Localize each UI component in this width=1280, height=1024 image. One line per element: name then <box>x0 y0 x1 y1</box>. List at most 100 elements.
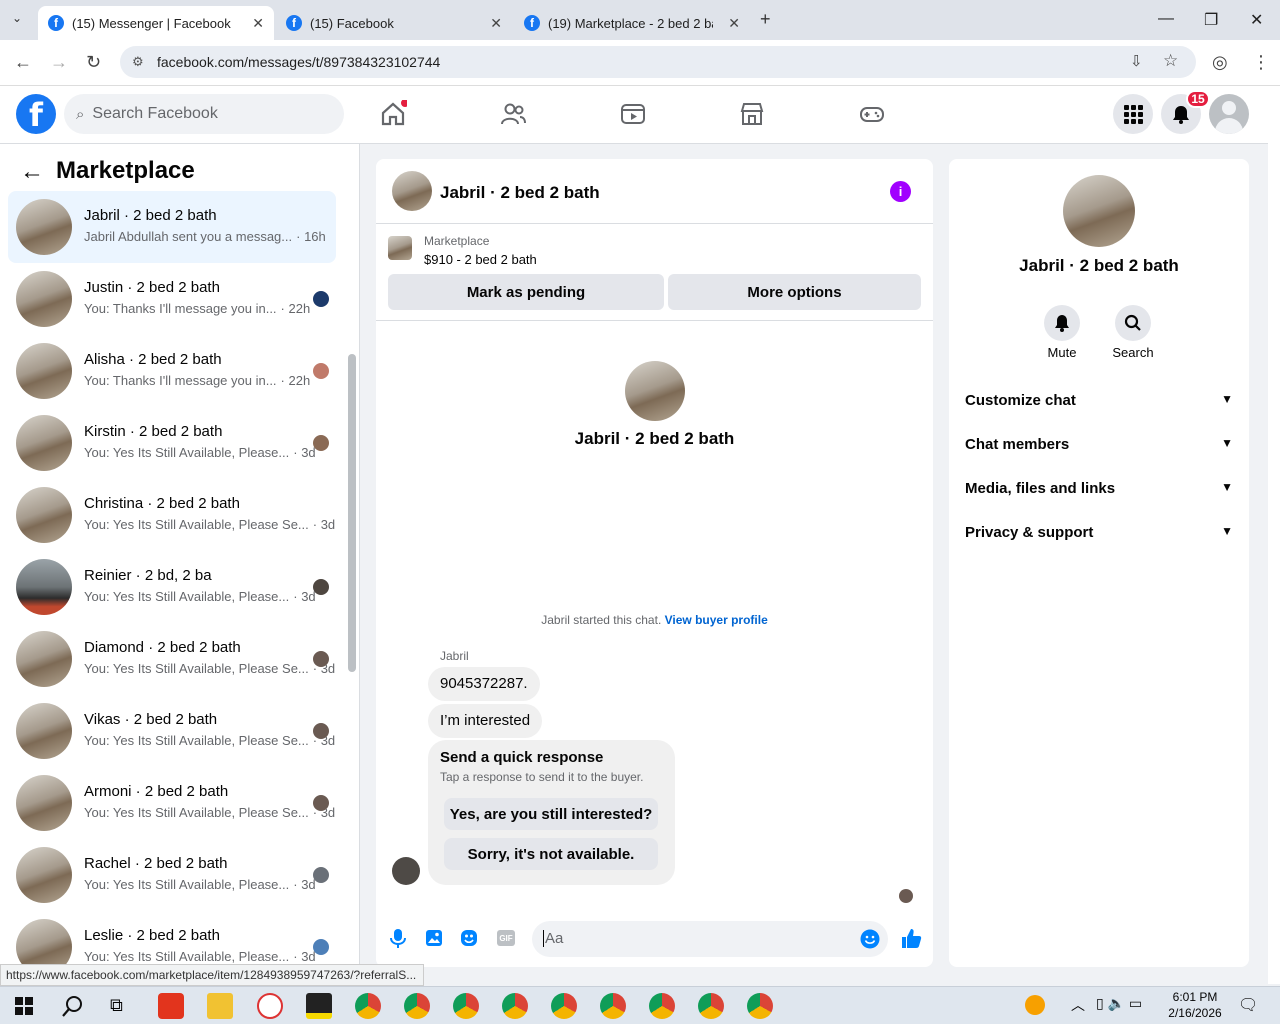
conversation-item[interactable]: Kirstin · 2 bed 2 bath You: Yes Its Still… <box>8 407 336 479</box>
more-options-button[interactable]: More options <box>668 274 921 310</box>
marketplace-icon[interactable] <box>738 100 766 128</box>
home-icon[interactable] <box>379 100 407 128</box>
conversation-item[interactable]: Vikas · 2 bed 2 bath You: Yes Its Still A… <box>8 695 336 767</box>
tab-title: (15) Messenger | Facebook <box>72 15 231 31</box>
facebook-logo-icon[interactable]: f <box>16 94 56 134</box>
chrome-icon[interactable] <box>649 993 675 1019</box>
tab-messenger[interactable]: f (15) Messenger | Facebook ✕ <box>38 6 274 40</box>
taskbar-search-icon[interactable] <box>62 995 84 1017</box>
video-icon[interactable] <box>619 100 647 128</box>
quick-response-still-interested-button[interactable]: Yes, are you still interested? <box>444 798 658 830</box>
message-placeholder: Aa <box>543 930 564 947</box>
restore-icon[interactable]: ❐ <box>1204 10 1218 30</box>
search-input[interactable]: ⌕ Search Facebook <box>64 94 344 134</box>
tab-facebook[interactable]: f (15) Facebook ✕ <box>276 6 512 40</box>
customize-chat-section[interactable]: Customize chat ▼ <box>965 392 1233 409</box>
photo-icon[interactable] <box>425 929 443 947</box>
browser-menu-icon[interactable]: ⋮ <box>1252 52 1270 73</box>
sidebar-scrollbar[interactable] <box>348 354 356 672</box>
view-buyer-profile-link[interactable]: View buyer profile <box>665 613 768 627</box>
message-bubble[interactable]: 9045372287. <box>428 667 540 701</box>
windows-taskbar: ⧉ ︿ ▯ 🔈 ▭ 6:01 PM 2/16/2026 🗨 <box>0 986 1280 1024</box>
taskbar-clock[interactable]: 6:01 PM 2/16/2026 <box>1160 989 1230 1021</box>
sticker-icon[interactable] <box>460 929 478 947</box>
emoji-icon[interactable] <box>860 929 880 949</box>
chrome-icon[interactable] <box>404 993 430 1019</box>
mark-pending-button[interactable]: Mark as pending <box>388 274 664 310</box>
avatar[interactable] <box>1209 94 1249 134</box>
conversation-name: Leslie · 2 bed 2 bath <box>84 927 220 944</box>
windows-start-icon[interactable] <box>15 997 33 1015</box>
chrome-icon[interactable] <box>600 993 626 1019</box>
sender-avatar[interactable] <box>392 857 420 885</box>
message-bubble[interactable]: I’m interested <box>428 704 543 738</box>
tab-marketplace[interactable]: f (19) Marketplace - 2 bed 2 bath ✕ <box>514 6 750 40</box>
search-icon[interactable] <box>1115 305 1151 341</box>
media-files-links-section[interactable]: Media, files and links ▼ <box>965 480 1233 497</box>
browser-tab-bar: ⌄ f (15) Messenger | Facebook ✕ f (15) F… <box>0 0 1280 40</box>
close-window-icon[interactable]: ✕ <box>1250 10 1263 30</box>
message-input[interactable]: Aa <box>532 921 888 957</box>
started-text: Jabril started this chat. <box>541 613 662 627</box>
chrome-icon[interactable] <box>747 993 773 1019</box>
page-scrollbar[interactable] <box>1268 86 1280 984</box>
bookmark-star-icon[interactable]: ☆ <box>1163 51 1178 71</box>
conversation-item[interactable]: Diamond · 2 bed 2 bath You: Yes Its Still… <box>8 623 336 695</box>
close-tab-icon[interactable]: ✕ <box>728 15 740 32</box>
conversation-item[interactable]: Christina · 2 bed 2 bath You: Yes Its Sti… <box>8 479 336 551</box>
conversation-item[interactable]: Alisha · 2 bed 2 bath You: Thanks I'll me… <box>8 335 336 407</box>
read-receipt-avatar <box>313 435 329 451</box>
intro-avatar <box>625 361 685 421</box>
app-icon[interactable] <box>306 993 332 1019</box>
notification-center-icon[interactable]: 🗨 <box>1238 995 1258 1015</box>
app-icon[interactable] <box>257 993 283 1019</box>
show-hidden-icons-chevron-icon[interactable]: ︿ <box>1071 995 1085 1015</box>
gif-icon[interactable]: GIF <box>497 930 515 946</box>
file-explorer-icon[interactable] <box>207 993 233 1019</box>
listing-title[interactable]: $910 - 2 bed 2 bath <box>424 252 537 267</box>
conversation-item[interactable]: Leslie · 2 bed 2 bath You: Yes Its Still … <box>8 911 336 964</box>
chat-started-notice: Jabril started this chat. View buyer pro… <box>376 613 933 627</box>
gaming-icon[interactable] <box>858 100 886 128</box>
conversation-item[interactable]: Rachel · 2 bed 2 bath You: Yes Its Still … <box>8 839 336 911</box>
quick-response-not-available-button[interactable]: Sorry, it's not available. <box>444 838 658 870</box>
task-view-icon[interactable]: ⧉ <box>110 995 123 1016</box>
menu-grid-icon[interactable] <box>1113 94 1153 134</box>
chat-title[interactable]: Jabril · 2 bed 2 bath <box>440 183 600 203</box>
tab-list-chevron-icon[interactable]: ⌄ <box>12 11 22 25</box>
forward-icon[interactable]: → <box>50 52 68 73</box>
site-settings-icon[interactable]: ⚙ <box>132 54 144 70</box>
conversation-item[interactable]: Reinier · 2 bd, 2 ba You: Yes Its Still A… <box>8 551 336 623</box>
address-bar[interactable]: ⚙ facebook.com/messages/t/89738432310274… <box>120 46 1196 78</box>
back-arrow-icon[interactable]: ← <box>20 158 44 186</box>
chrome-icon[interactable] <box>698 993 724 1019</box>
chrome-icon[interactable] <box>551 993 577 1019</box>
conversation-item[interactable]: Armoni · 2 bed 2 bath You: Yes Its Still … <box>8 767 336 839</box>
chat-members-section[interactable]: Chat members ▼ <box>965 436 1233 453</box>
like-thumb-icon[interactable] <box>900 927 922 949</box>
mute-bell-icon[interactable] <box>1044 305 1080 341</box>
chrome-icon[interactable] <box>453 993 479 1019</box>
chat-avatar[interactable] <box>392 171 432 211</box>
chrome-icon[interactable] <box>502 993 528 1019</box>
new-tab-icon[interactable]: + <box>760 9 771 30</box>
microphone-icon[interactable] <box>390 928 406 948</box>
weather-icon[interactable] <box>1025 995 1045 1015</box>
conversation-item[interactable]: Justin · 2 bed 2 bath You: Thanks I'll me… <box>8 263 336 335</box>
close-tab-icon[interactable]: ✕ <box>252 15 264 32</box>
chrome-icon[interactable] <box>355 993 381 1019</box>
app-icon[interactable] <box>158 993 184 1019</box>
back-icon[interactable]: ← <box>14 52 32 73</box>
install-app-icon[interactable]: ⇩ <box>1130 52 1143 70</box>
conversation-item[interactable]: Jabril · 2 bed 2 bath Jabril Abdullah sen… <box>8 191 336 263</box>
system-tray-icons[interactable]: ▯ 🔈 ▭ <box>1096 995 1142 1012</box>
reload-icon[interactable]: ↻ <box>86 52 101 73</box>
listing-thumbnail[interactable] <box>388 236 412 260</box>
close-tab-icon[interactable]: ✕ <box>490 15 502 32</box>
section-label: Privacy & support <box>965 524 1094 541</box>
info-icon[interactable]: i <box>890 181 911 202</box>
friends-icon[interactable] <box>499 100 527 128</box>
profile-icon[interactable]: ◎ <box>1212 52 1228 73</box>
privacy-support-section[interactable]: Privacy & support ▼ <box>965 524 1233 541</box>
minimize-icon[interactable]: — <box>1158 10 1174 28</box>
